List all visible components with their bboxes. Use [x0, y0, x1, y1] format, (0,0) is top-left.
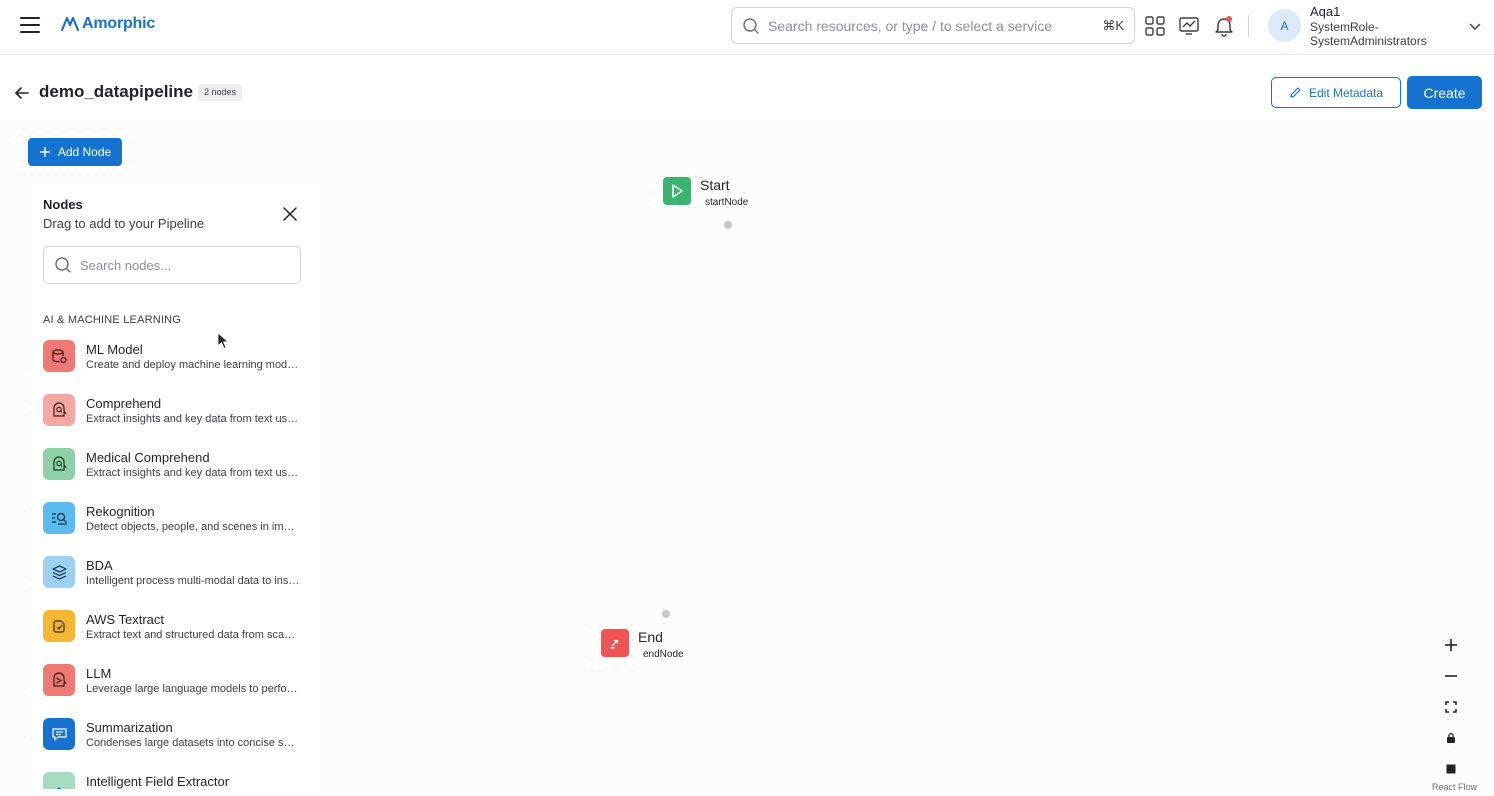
brand-logo[interactable]: Amorphic	[60, 14, 155, 34]
node-item-description: Extract insights and key data from text …	[86, 413, 300, 425]
global-search-input[interactable]	[768, 17, 1103, 34]
node-item-ml-model[interactable]: ML Model Create and deploy machine learn…	[43, 340, 308, 394]
flow-node-id: endNode	[643, 649, 684, 660]
flow-node-name: End	[638, 629, 663, 645]
top-bar: Amorphic ⌘K A Aqa1 SystemRole-SystemAdmi…	[0, 0, 1494, 55]
bda-layers-icon	[43, 556, 75, 588]
back-arrow-icon[interactable]	[13, 84, 31, 102]
node-item-name: ML Model	[86, 342, 143, 357]
node-item-bda[interactable]: BDA Intelligent process multi-modal data…	[43, 556, 308, 610]
node-count-badge: 2 nodes	[198, 84, 243, 101]
apps-grid-icon[interactable]	[1144, 15, 1166, 37]
panel-subtitle: Drag to add to your Pipeline	[43, 216, 205, 231]
node-item-description: Intelligent process multi-modal data to …	[86, 575, 300, 587]
amorphic-logo-icon	[60, 16, 80, 32]
end-icon	[601, 629, 629, 657]
node-item-description: Detect objects, people, and scenes in im…	[86, 521, 300, 533]
panel-title: Nodes	[43, 197, 83, 212]
page-title: demo_datapipeline	[39, 82, 193, 101]
chevron-down-icon[interactable]	[1468, 19, 1482, 33]
node-item-name: LLM	[86, 666, 112, 681]
plus-icon	[39, 147, 50, 157]
react-flow-attribution[interactable]: React Flow	[1432, 782, 1477, 792]
node-item-description: Leverage large language models to perfor…	[86, 683, 300, 695]
stop-square-icon[interactable]	[1443, 761, 1459, 777]
rekognition-icon	[43, 502, 75, 534]
zoom-in-icon[interactable]	[1443, 637, 1459, 653]
node-item-name: Intelligent Field Extractor	[86, 774, 230, 789]
medical-comprehend-icon	[43, 448, 75, 480]
flow-node-start[interactable]: Start startNode	[663, 177, 783, 217]
fit-view-icon[interactable]	[1443, 699, 1459, 715]
node-item-description: Extract text and structured data from sc…	[86, 629, 300, 641]
add-node-label: Add Node	[57, 145, 112, 159]
node-item-name: BDA	[86, 558, 113, 573]
node-list: ML Model Create and deploy machine learn…	[43, 340, 308, 789]
edit-metadata-button[interactable]: Edit Metadata	[1271, 77, 1401, 108]
play-icon	[663, 177, 691, 205]
start-output-handle[interactable]	[724, 221, 732, 229]
node-item-name: Rekognition	[86, 504, 155, 519]
node-item-intelligent-field-extractor[interactable]: Intelligent Field Extractor	[43, 772, 308, 789]
comprehend-icon	[43, 394, 75, 426]
node-item-name: AWS Textract	[86, 612, 165, 627]
monitor-chart-icon[interactable]	[1178, 15, 1200, 37]
edit-metadata-label: Edit Metadata	[1308, 85, 1384, 100]
global-search[interactable]: ⌘K	[731, 7, 1135, 44]
search-icon	[743, 17, 759, 34]
textract-icon	[43, 610, 75, 642]
llm-brain-icon	[43, 664, 75, 696]
flow-node-end[interactable]: End endNode	[601, 629, 711, 669]
create-button[interactable]: Create	[1407, 76, 1482, 109]
add-node-button[interactable]: Add Node	[28, 138, 122, 166]
ml-model-icon	[43, 340, 75, 372]
node-search-input[interactable]	[80, 257, 290, 273]
header-divider	[1248, 15, 1249, 37]
node-item-description: Extract insights and key data from text …	[86, 467, 300, 479]
node-item-summarization[interactable]: Summarization Condenses large datasets i…	[43, 718, 308, 772]
menu-icon[interactable]	[20, 17, 40, 33]
node-item-name: Comprehend	[86, 396, 162, 411]
node-item-comprehend[interactable]: Comprehend Extract insights and key data…	[43, 394, 308, 448]
bell-icon[interactable]	[1213, 15, 1235, 37]
node-item-medical-comprehend[interactable]: Medical Comprehend Extract insights and …	[43, 448, 308, 502]
summarization-icon	[43, 718, 75, 750]
avatar[interactable]: A	[1268, 9, 1301, 42]
user-name: Aqa1	[1310, 4, 1341, 19]
node-item-description: Create and deploy machine learning model…	[86, 359, 300, 371]
search-shortcut: ⌘K	[1102, 17, 1124, 33]
section-title: AI & MACHINE LEARNING	[43, 314, 182, 326]
node-item-name: Summarization	[86, 720, 173, 735]
pencil-icon	[1290, 87, 1301, 98]
flow-node-name: Start	[700, 177, 730, 193]
node-item-llm[interactable]: LLM Leverage large language models to pe…	[43, 664, 308, 718]
node-item-rekognition[interactable]: Rekognition Detect objects, people, and …	[43, 502, 308, 556]
lock-icon[interactable]	[1443, 730, 1459, 746]
nodes-panel: Nodes Drag to add to your Pipeline AI & …	[28, 186, 318, 789]
node-item-aws-textract[interactable]: AWS Textract Extract text and structured…	[43, 610, 308, 664]
search-icon	[55, 257, 71, 273]
field-extractor-icon	[43, 772, 75, 789]
node-search[interactable]	[43, 246, 301, 284]
zoom-out-icon[interactable]	[1443, 668, 1459, 684]
user-role: SystemRole-SystemAdministrators	[1310, 20, 1427, 48]
brand-name: Amorphic	[82, 15, 156, 32]
node-item-description: Condenses large datasets into concise su…	[86, 737, 300, 749]
node-item-name: Medical Comprehend	[86, 450, 210, 465]
close-icon[interactable]	[282, 206, 298, 222]
end-input-handle[interactable]	[662, 610, 670, 618]
flow-node-id: startNode	[705, 197, 749, 208]
